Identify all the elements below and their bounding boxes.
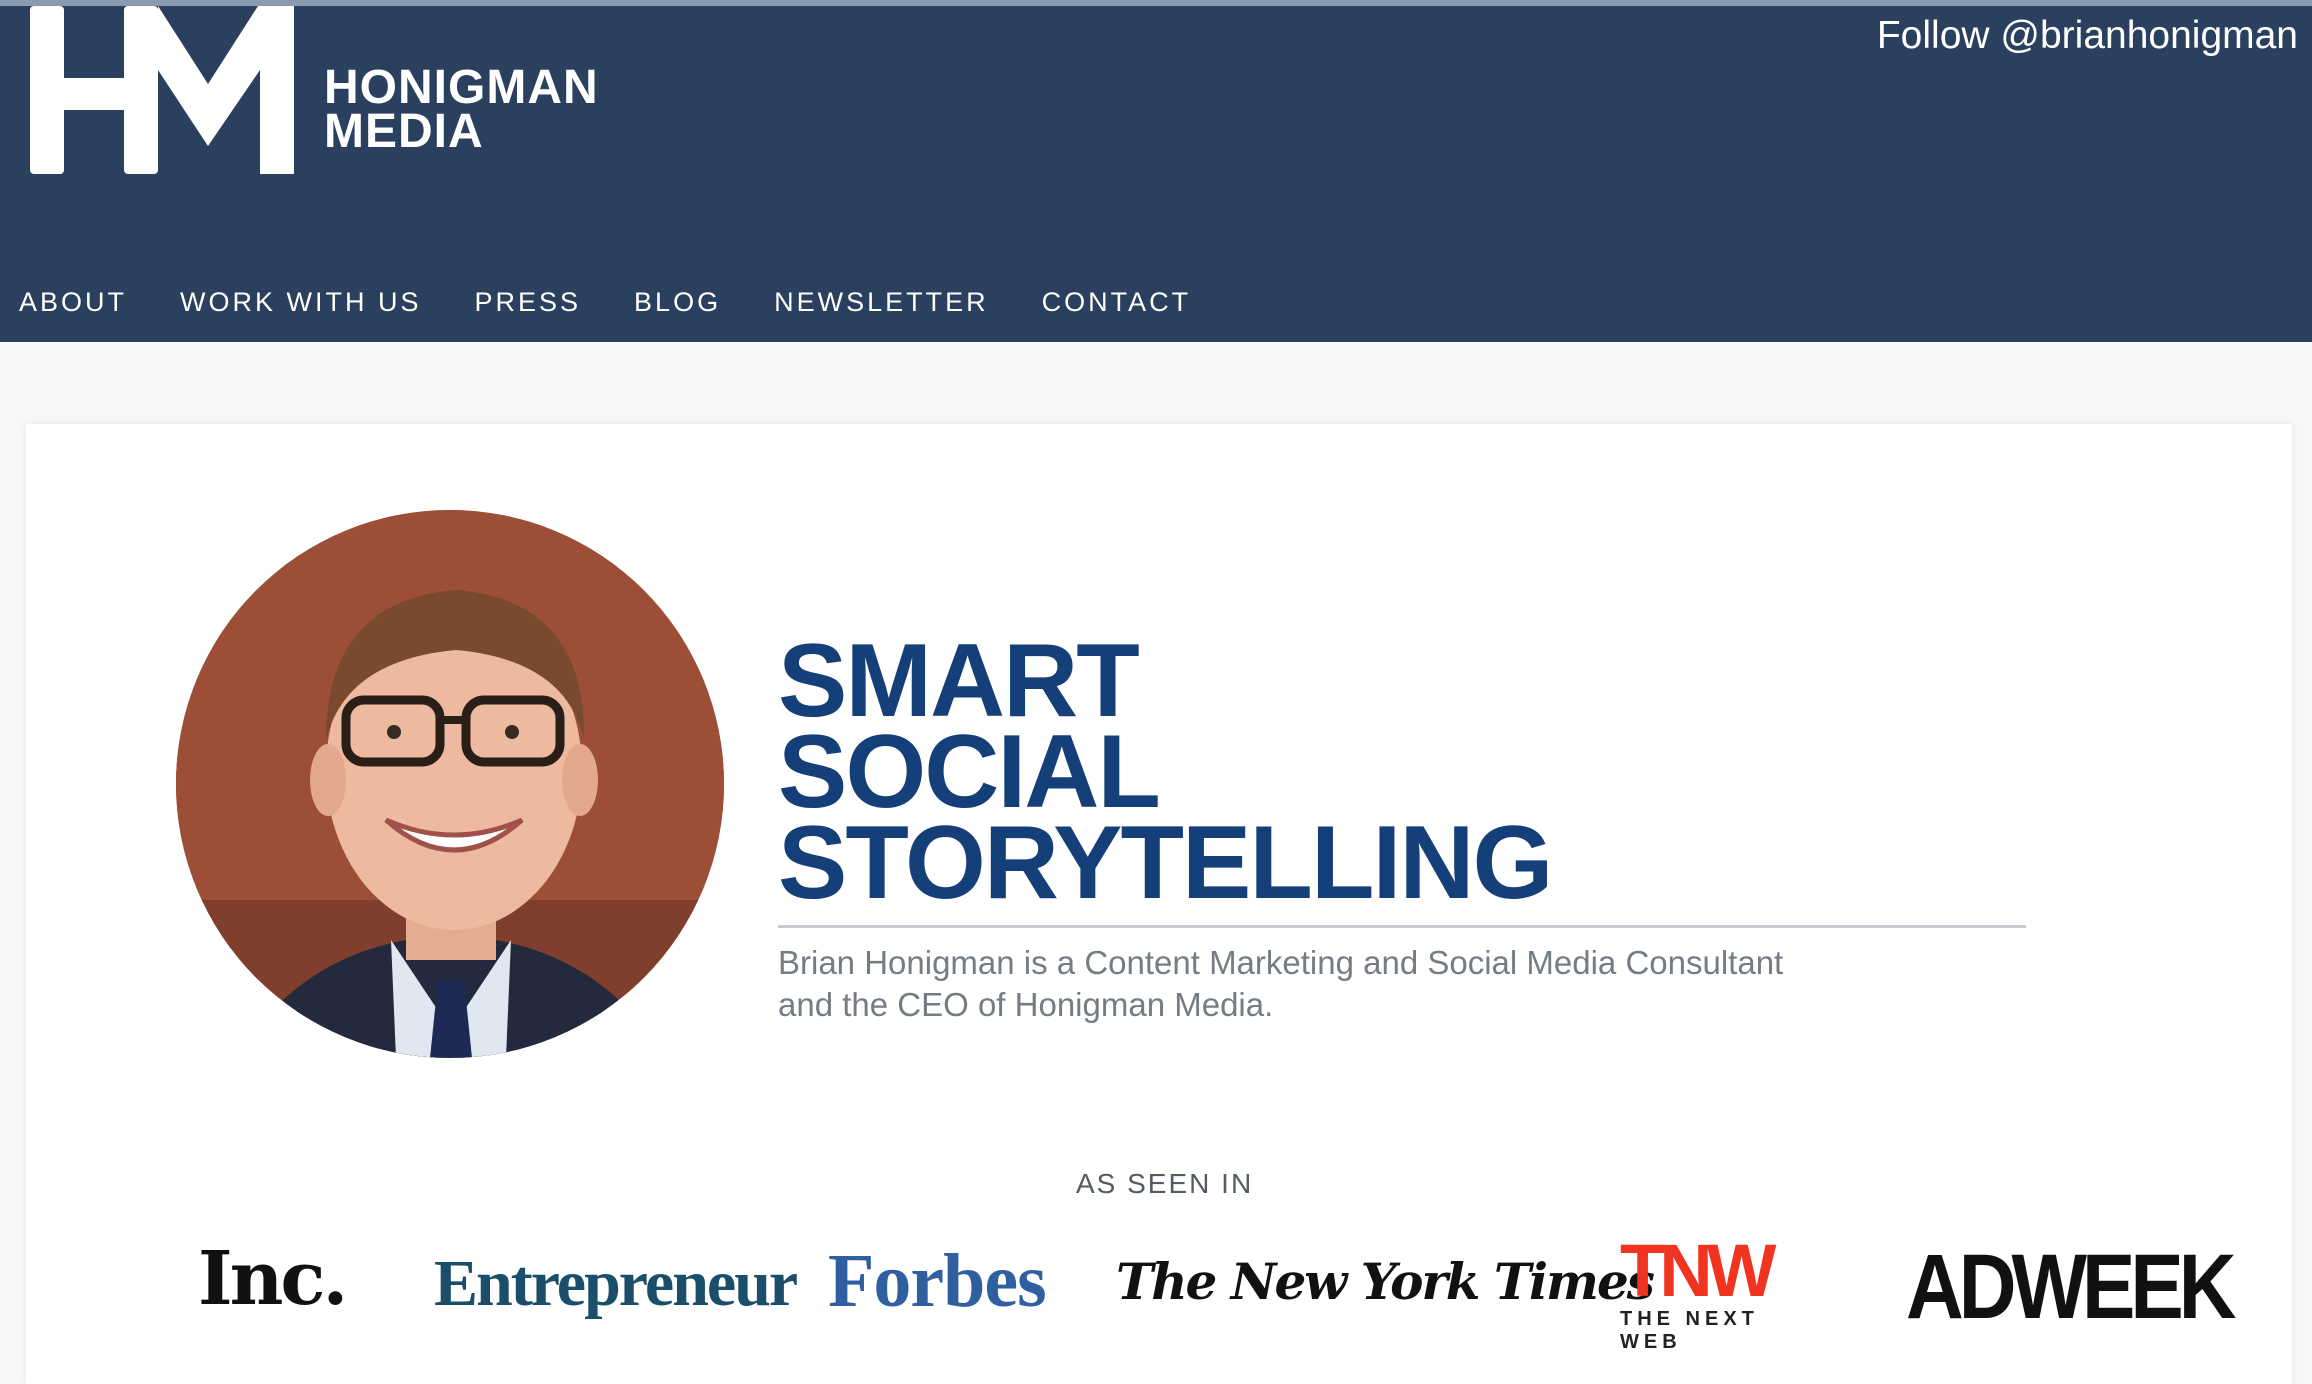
- profile-portrait-illustration: [176, 510, 724, 1058]
- brand-line-1: HONIGMAN: [324, 61, 599, 114]
- press-logo-nyt: The New York Times: [1116, 1252, 1655, 1311]
- brand-wordmark: HONIGMAN MEDIA: [324, 61, 599, 158]
- as-seen-in-heading: AS SEEN IN: [1076, 1168, 1254, 1199]
- nav-press[interactable]: PRESS: [475, 276, 582, 328]
- press-logo-tnw: TNW THE NEXT WEB: [1620, 1229, 1816, 1354]
- nav-work-with-us[interactable]: WORK WITH US: [180, 276, 421, 328]
- press-logo-inc: Inc.: [198, 1236, 348, 1322]
- intro-paragraph: Brian Honigman is a Content Marketing an…: [778, 942, 1878, 1026]
- press-logo-adweek: ADWEEK: [1906, 1235, 2237, 1338]
- intro-line-2: and the CEO of Honigman Media.: [778, 986, 1274, 1023]
- tnw-wordmark: TNW: [1620, 1229, 1777, 1312]
- page-headline: SMART SOCIAL STORYTELLING: [778, 629, 1553, 921]
- site-header: HONIGMAN MEDIA Follow @brianhonigman ABO…: [0, 6, 2312, 342]
- follow-twitter-link[interactable]: Follow @brianhonigman: [1877, 14, 2298, 58]
- nav-about[interactable]: ABOUT: [19, 276, 127, 328]
- nav-blog[interactable]: BLOG: [634, 276, 721, 328]
- brand-line-2: MEDIA: [324, 105, 484, 158]
- intro-line-1: Brian Honigman is a Content Marketing an…: [778, 944, 1784, 981]
- headline-divider: [778, 925, 2026, 928]
- main-nav: ABOUT WORK WITH US PRESS BLOG NEWSLETTER…: [19, 276, 1244, 328]
- nav-newsletter[interactable]: NEWSLETTER: [774, 276, 989, 328]
- hero-card: SMART SOCIAL STORYTELLING Brian Honigman…: [26, 424, 2292, 1384]
- headline-line-3: STORYTELLING: [778, 805, 1553, 921]
- site-logo[interactable]: HONIGMAN MEDIA: [28, 6, 628, 186]
- nav-contact[interactable]: CONTACT: [1042, 276, 1192, 328]
- press-logo-entrepreneur: Entrepreneur: [434, 1247, 798, 1320]
- profile-photo: [176, 510, 724, 1058]
- press-logo-forbes: Forbes: [828, 1239, 1047, 1323]
- tnw-subtitle: THE NEXT WEB: [1620, 1308, 1759, 1353]
- hm-monogram-icon: [30, 6, 294, 174]
